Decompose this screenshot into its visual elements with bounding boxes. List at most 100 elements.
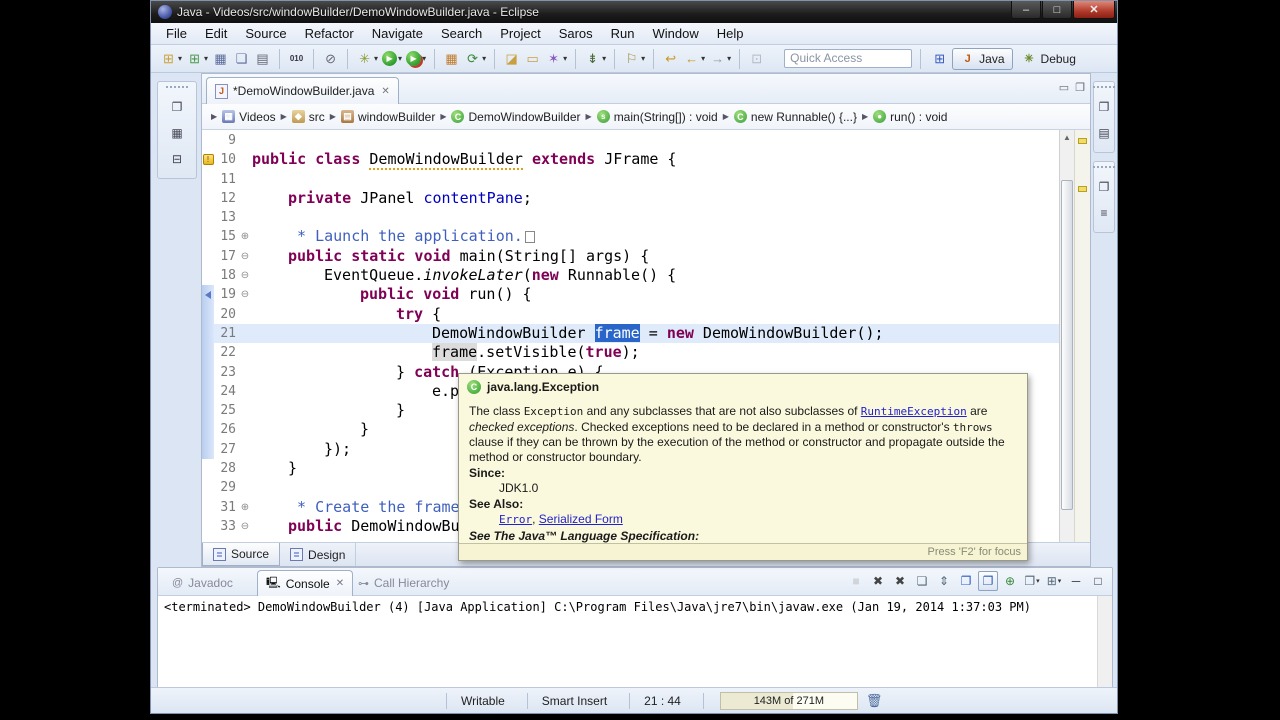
perspective-java[interactable]: J Java xyxy=(952,47,1013,70)
marker-ruler[interactable]: ! xyxy=(202,150,214,169)
marker-ruler[interactable] xyxy=(202,170,214,189)
console-tab-console[interactable]: 🖳 Console ✕ xyxy=(257,570,354,596)
breadcrumb-item[interactable]: ▦ Videos xyxy=(222,110,276,124)
line-number[interactable]: 19 xyxy=(214,285,238,304)
fold-plus-icon[interactable]: ⊕ xyxy=(238,498,252,517)
marker-ruler[interactable] xyxy=(202,459,214,478)
show-stdout-button[interactable]: ❐ xyxy=(956,571,976,591)
code-line[interactable]: 20 try { xyxy=(202,304,1059,324)
open-console-button[interactable]: ⊞ ▾ xyxy=(1044,571,1064,591)
line-number[interactable]: 25 xyxy=(214,401,238,420)
new-wizard-button[interactable]: ⊞ ▾ xyxy=(158,48,184,70)
code-line[interactable]: 12 private JPanel contentPane; xyxy=(202,189,1059,208)
breadcrumb-arrow-icon[interactable]: ▶ xyxy=(723,112,729,121)
show-stderr-button[interactable]: ❐ xyxy=(978,571,998,591)
dropdown-arrow-icon[interactable]: ▾ xyxy=(563,54,567,63)
breadcrumb-arrow-icon[interactable]: ▶ xyxy=(281,112,287,121)
dropdown-arrow-icon[interactable]: ▾ xyxy=(422,54,426,63)
open-folder-button[interactable]: ◪ xyxy=(501,48,522,70)
marker-ruler[interactable] xyxy=(202,517,214,536)
breadcrumb-item[interactable]: ◆ src xyxy=(291,110,325,124)
tab-close-icon[interactable]: ✕ xyxy=(336,578,344,589)
drag-handle[interactable] xyxy=(1093,86,1115,90)
line-number[interactable]: 15 xyxy=(214,227,238,246)
dropdown-arrow-icon[interactable]: ▾ xyxy=(398,54,402,63)
forward-button[interactable]: → ▾ xyxy=(707,48,733,70)
line-number[interactable]: 33 xyxy=(214,517,238,536)
marker-ruler[interactable] xyxy=(202,420,214,440)
console-scrollbar[interactable] xyxy=(1097,596,1112,688)
fold-minus-icon[interactable]: ⊖ xyxy=(238,247,252,266)
outline-icon[interactable]: ≡ xyxy=(1094,203,1114,223)
skip-breakpoints-button[interactable]: ⊘ xyxy=(320,48,341,70)
clear-console-button[interactable]: ❏ xyxy=(912,571,932,591)
minimize-button[interactable]: – xyxy=(1011,1,1041,19)
minimize-view-button[interactable]: ─ xyxy=(1066,571,1086,591)
code-line[interactable]: 17 ⊖ public static void main(String[] args… xyxy=(202,247,1059,266)
task-list-icon[interactable]: ▤ xyxy=(1094,123,1114,143)
line-number[interactable]: 22 xyxy=(214,343,238,362)
palette-grid-button[interactable]: ▦ xyxy=(441,48,462,70)
line-number[interactable]: 11 xyxy=(214,170,238,189)
garbage-collect-icon[interactable]: 🗑 xyxy=(866,693,883,709)
line-number[interactable]: 13 xyxy=(214,208,238,227)
breadcrumb-arrow-icon[interactable]: ▶ xyxy=(330,112,336,121)
code-line[interactable]: 22 frame.setVisible(true); xyxy=(202,343,1059,363)
restore-view-icon[interactable]: ❐ xyxy=(1094,177,1114,197)
refresh-button[interactable]: ⟳ ▾ xyxy=(462,48,488,70)
console-body[interactable]: <terminated> DemoWindowBuilder (4) [Java… xyxy=(158,596,1112,688)
import-folder-button[interactable]: ▭ xyxy=(522,48,543,70)
tab-design[interactable]: ≣ Design xyxy=(280,543,357,566)
binary-literals-button[interactable]: 010 xyxy=(286,48,307,70)
tab-close-icon[interactable]: ✕ xyxy=(381,86,389,97)
console-tab-javadoc[interactable]: @ Javadoc xyxy=(164,570,241,596)
marker-ruler[interactable] xyxy=(202,227,214,246)
save-all-button[interactable]: ❏ xyxy=(231,48,252,70)
drag-handle[interactable] xyxy=(1093,166,1115,170)
menu-source[interactable]: Source xyxy=(236,24,295,43)
line-number[interactable]: 23 xyxy=(214,363,238,382)
restore-view-icon[interactable]: ❐ xyxy=(1094,97,1114,117)
print-button[interactable]: ▤ xyxy=(252,48,273,70)
wand-button[interactable]: ✶ ▾ xyxy=(543,48,569,70)
perspective-debug[interactable]: ✳ Debug xyxy=(1015,48,1083,70)
line-number[interactable]: 24 xyxy=(214,382,238,401)
dropdown-arrow-icon[interactable]: ▾ xyxy=(374,54,378,63)
editor-scrollbar[interactable]: ▲ xyxy=(1059,130,1074,542)
marker-ruler[interactable] xyxy=(202,266,214,285)
line-number[interactable]: 10 xyxy=(214,150,238,169)
marker-ruler[interactable] xyxy=(202,189,214,208)
code-line[interactable]: 11 xyxy=(202,170,1059,189)
remove-launch-button[interactable]: ✖ xyxy=(868,571,888,591)
dropdown-arrow-icon[interactable]: ▾ xyxy=(701,54,705,63)
maximize-editor-icon[interactable]: ❐ xyxy=(1075,81,1085,94)
drag-handle[interactable] xyxy=(166,86,188,90)
pin-console-button[interactable]: ⊕ xyxy=(1000,571,1020,591)
code-line[interactable]: 9 xyxy=(202,131,1059,150)
display-console-button[interactable]: ❐ ▾ xyxy=(1022,571,1042,591)
menu-window[interactable]: Window xyxy=(644,24,708,43)
scrollbar-thumb[interactable] xyxy=(1061,180,1073,510)
remove-all-terminated-button[interactable]: ✖ xyxy=(890,571,910,591)
fold-plus-icon[interactable]: ⊕ xyxy=(238,227,252,246)
menu-help[interactable]: Help xyxy=(708,24,753,43)
line-number[interactable]: 21 xyxy=(214,324,238,343)
marker-ruler[interactable] xyxy=(202,498,214,517)
code-line[interactable]: 21 DemoWindowBuilder frame = new DemoWind… xyxy=(202,323,1059,344)
code-line[interactable]: 15 ⊕ * Launch the application. xyxy=(202,227,1059,246)
dropdown-arrow-icon[interactable]: ▾ xyxy=(178,54,182,63)
tab-source[interactable]: ≣ Source xyxy=(202,543,281,566)
marker-ruler[interactable] xyxy=(202,362,214,382)
editor-tab[interactable]: J *DemoWindowBuilder.java ✕ xyxy=(206,77,399,104)
marker-ruler[interactable] xyxy=(202,323,214,344)
dropdown-arrow-icon[interactable]: ▾ xyxy=(1058,577,1062,585)
close-button[interactable]: ✕ xyxy=(1073,1,1115,19)
line-number[interactable]: 31 xyxy=(214,498,238,517)
code-line[interactable]: 19 ⊖ public void run() { xyxy=(202,285,1059,305)
debug-button[interactable]: ✳ ▾ xyxy=(354,48,380,70)
marker-ruler[interactable] xyxy=(202,439,214,460)
line-number[interactable]: 18 xyxy=(214,266,238,285)
marker-ruler[interactable] xyxy=(202,304,214,324)
quick-access-input[interactable]: Quick Access xyxy=(784,49,913,68)
breadcrumb-arrow-icon[interactable]: ▶ xyxy=(586,112,592,121)
